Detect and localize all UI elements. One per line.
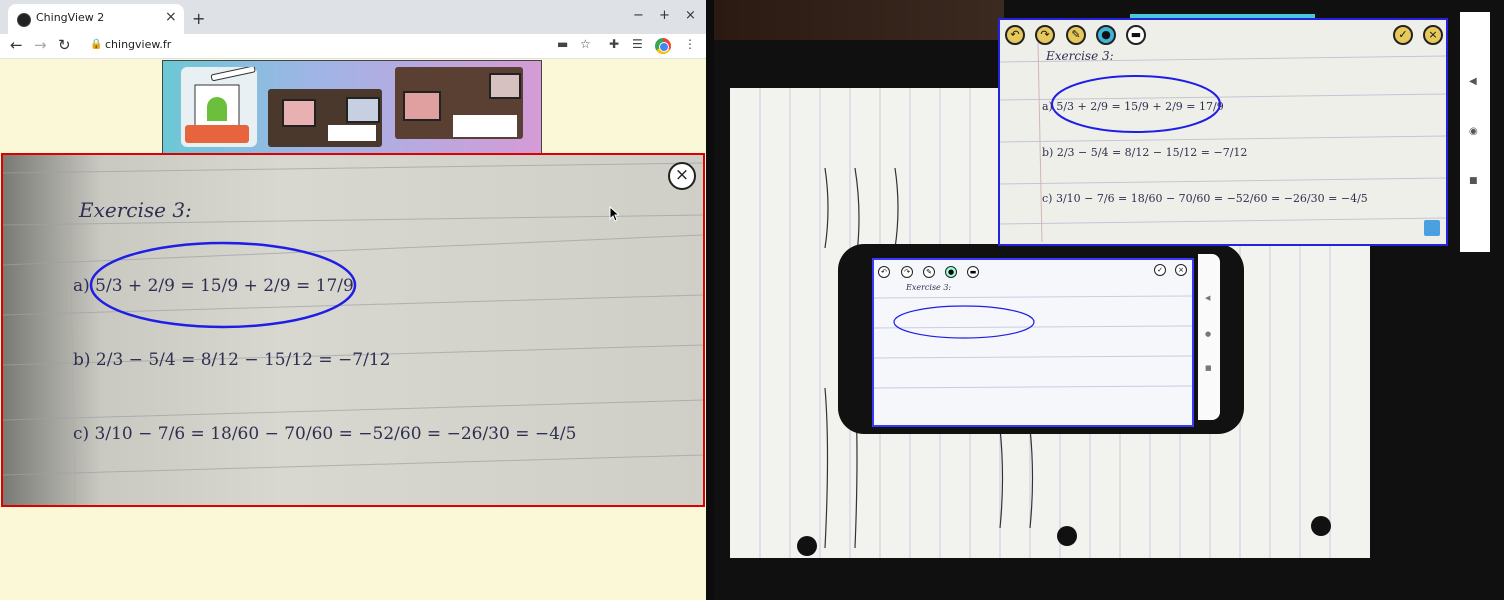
- cast-icon[interactable]: ▬: [557, 37, 568, 51]
- back-nav-icon[interactable]: ◀: [1205, 294, 1210, 302]
- exercise-title: Exercise 3:: [78, 198, 192, 222]
- address-bar[interactable]: chingview.fr: [105, 38, 171, 51]
- recents-nav-icon[interactable]: ■: [1205, 364, 1212, 372]
- phone-nav-bar: ◀ ● ■: [1198, 254, 1220, 420]
- back-nav-icon[interactable]: ◀: [1469, 76, 1477, 87]
- popup-title: Exercise 3:: [1045, 49, 1114, 63]
- lock-icon[interactable]: 🔒: [90, 39, 102, 50]
- photo-thumbnail: [395, 67, 523, 139]
- menu-icon[interactable]: ⋮: [684, 37, 696, 51]
- reload-button[interactable]: ↻: [58, 36, 71, 54]
- line-b: b) 2/3 − 5/4 = 8/12 − 15/12 = −7/12: [73, 350, 390, 370]
- popup-line-c: c) 3/10 − 7/6 = 18/60 − 70/60 = −52/60 =…: [1042, 192, 1368, 205]
- confirm-icon[interactable]: ✓: [1154, 264, 1166, 276]
- back-button[interactable]: ←: [10, 36, 23, 54]
- browser-window: ChingView 2 × + − + × ← → ↻ 🔒 chingview.…: [0, 0, 706, 600]
- color-icon[interactable]: ●: [945, 266, 957, 278]
- line-a: a) 5/3 + 2/9 = 15/9 + 2/9 = 17/9: [73, 276, 354, 296]
- tab-chingview[interactable]: ChingView 2 ×: [8, 4, 184, 34]
- new-tab-button[interactable]: +: [192, 9, 205, 28]
- desk-background: [714, 0, 1004, 40]
- minimize-button[interactable]: −: [633, 8, 644, 23]
- chingview-logo: [181, 65, 257, 147]
- tab-close-icon[interactable]: ×: [165, 9, 177, 25]
- popup-line-a: a) 5/3 + 2/9 = 15/9 + 2/9 = 17/9: [1042, 100, 1224, 113]
- handwritten-notes: Exercise 3: a) 5/3 + 2/9 = 15/9 + 2/9 = …: [3, 155, 703, 505]
- phone-screen: ↶ ↷ ✎ ● ▬ ✓ × Exercise 3:: [872, 258, 1194, 427]
- close-window-button[interactable]: ×: [685, 8, 696, 23]
- brush-icon[interactable]: ✎: [923, 266, 935, 278]
- header-banner: [162, 60, 542, 154]
- star-icon[interactable]: ☆: [580, 37, 591, 51]
- redo-icon[interactable]: ↷: [901, 266, 913, 278]
- line-c: c) 3/10 − 7/6 = 18/60 − 70/60 = −52/60 =…: [73, 424, 576, 444]
- popup-line-b: b) 2/3 − 5/4 = 8/12 − 15/12 = −7/12: [1042, 146, 1247, 159]
- close-icon[interactable]: ×: [1175, 264, 1187, 276]
- document-view: Exercise 3: a) 5/3 + 2/9 = 15/9 + 2/9 = …: [1, 153, 705, 507]
- extensions-icon[interactable]: ✚: [609, 37, 619, 51]
- eraser-icon[interactable]: ▬: [967, 266, 979, 278]
- maximize-button[interactable]: +: [659, 8, 670, 23]
- recents-nav-icon[interactable]: ■: [1469, 176, 1478, 186]
- android-nav-bar: ◀ ◉ ■: [1460, 12, 1490, 252]
- forward-button[interactable]: →: [34, 36, 47, 54]
- expand-icon[interactable]: [1424, 220, 1440, 236]
- tab-strip: ChingView 2 × + − + ×: [0, 0, 706, 34]
- annotation-popup: ↶ ↷ ✎ ● ▬ ✓ × Exercise 3: a) 5/3 + 2/9 =…: [998, 18, 1448, 246]
- close-viewer-button[interactable]: ×: [668, 162, 696, 190]
- phone-title: Exercise 3:: [905, 283, 951, 292]
- tab-title: ChingView 2: [36, 11, 105, 24]
- popup-notes: Exercise 3: a) 5/3 + 2/9 = 15/9 + 2/9 = …: [1000, 42, 1446, 242]
- mouse-pointer-icon: [609, 206, 619, 222]
- home-nav-icon[interactable]: ●: [1205, 330, 1211, 338]
- undo-icon[interactable]: ↶: [878, 266, 890, 278]
- media-icon[interactable]: ☰: [632, 37, 643, 51]
- android-board-icon: [185, 65, 256, 143]
- home-nav-icon[interactable]: ◉: [1469, 126, 1478, 137]
- favicon-icon: [17, 13, 31, 27]
- photo-thumbnail: [268, 89, 382, 147]
- phone-notes: Exercise 3:: [874, 283, 1192, 389]
- toolbar: ← → ↻ 🔒 chingview.fr ▬ ☆ ✚ ☰ ⋮: [0, 34, 706, 59]
- profile-icon[interactable]: [655, 38, 671, 54]
